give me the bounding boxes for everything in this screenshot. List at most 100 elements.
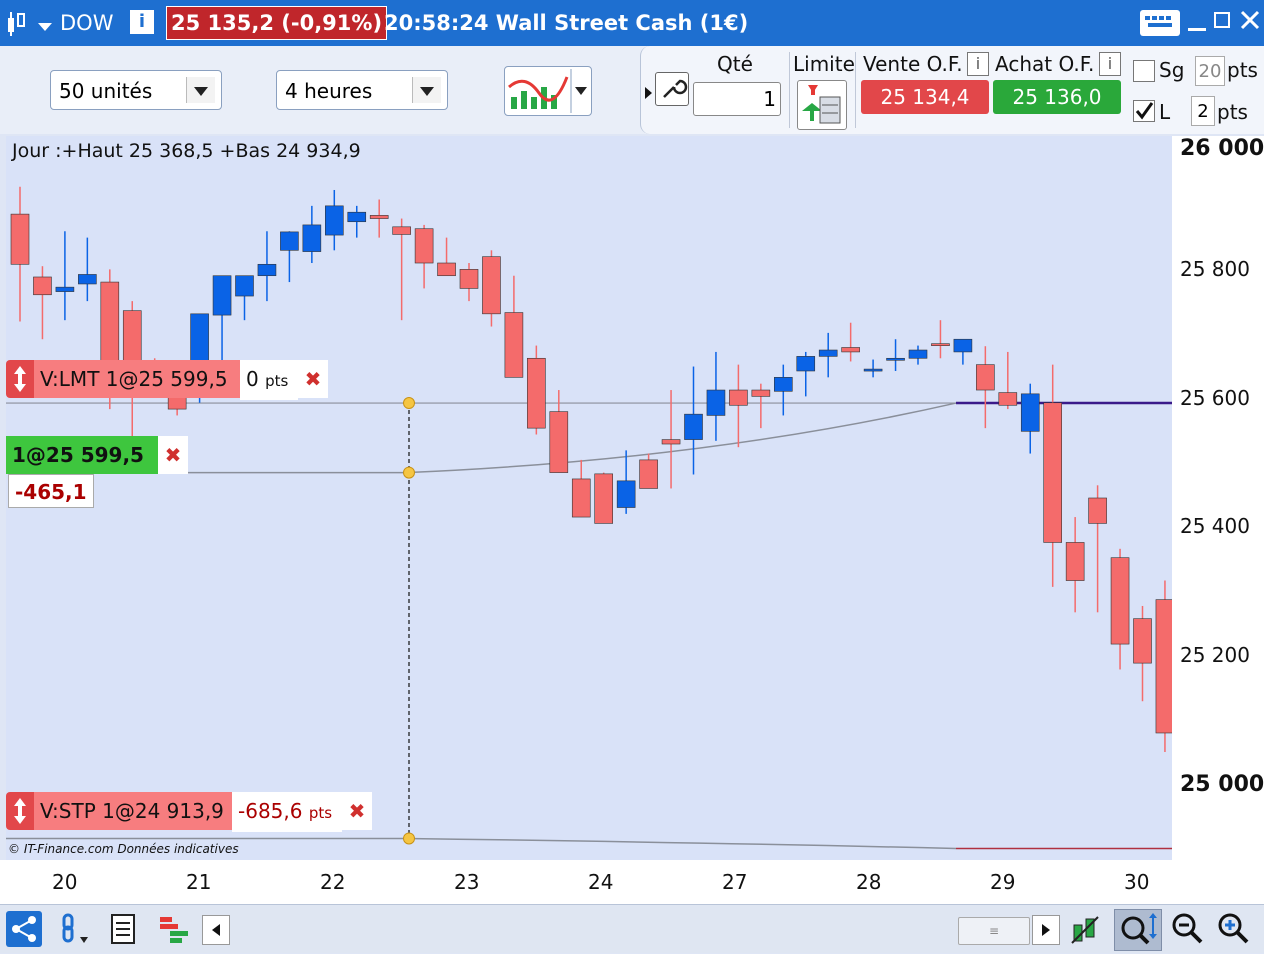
- x-tick-label: 27: [722, 870, 748, 894]
- cancel-limit-order-icon[interactable]: ✖: [298, 360, 328, 398]
- time-axis[interactable]: 20 21 22 23 24 27 28 29 30: [0, 860, 1264, 904]
- candle-body: [459, 269, 479, 289]
- candle-body: [437, 262, 456, 277]
- instrument-name[interactable]: DOW: [60, 9, 113, 37]
- sell-label: Vente O.F.: [863, 52, 963, 76]
- scroll-right-icon[interactable]: [1032, 915, 1060, 945]
- order-panel: Qté Limite Vente O.F. i 25 134,4 Achat O…: [640, 46, 1264, 134]
- limit-order-points: 0 pts: [240, 360, 298, 400]
- drag-handle-icon[interactable]: [6, 360, 34, 398]
- candle-body: [616, 480, 636, 508]
- candle-body: [1020, 393, 1040, 432]
- info-icon[interactable]: i: [130, 10, 154, 34]
- anchor-point: [403, 397, 415, 410]
- candlestick-plot[interactable]: [6, 136, 1172, 860]
- drag-handle-icon[interactable]: [6, 792, 34, 830]
- wrench-icon[interactable]: [655, 72, 689, 106]
- qty-input[interactable]: [693, 82, 781, 116]
- close-icon[interactable]: [1240, 10, 1260, 34]
- zoom-vertical-icon[interactable]: [1114, 909, 1162, 951]
- close-position-icon[interactable]: ✖: [158, 436, 188, 474]
- candle-body: [235, 275, 254, 297]
- candle-body: [594, 473, 614, 524]
- buy-label: Achat O.F.: [995, 52, 1095, 76]
- link-icon[interactable]: [58, 911, 94, 947]
- candle-body: [10, 213, 30, 265]
- candle-body: [931, 343, 950, 346]
- sell-info-icon[interactable]: i: [967, 52, 989, 76]
- zoom-in-icon[interactable]: [1216, 911, 1252, 947]
- anchor-point: [403, 466, 415, 479]
- y-tick-label: 26 000: [1180, 136, 1264, 161]
- units-select[interactable]: 50 unités: [50, 70, 222, 110]
- candle-body: [751, 389, 771, 397]
- indicators-button[interactable]: [504, 66, 592, 116]
- buy-info-icon[interactable]: i: [1099, 52, 1121, 76]
- price-axis[interactable]: 26 000 25 800 25 600 25 400 25 200 25 00…: [1172, 136, 1264, 860]
- candle-body: [1155, 599, 1172, 734]
- horizontal-scrollbar[interactable]: [230, 919, 1030, 941]
- sg-points-input[interactable]: [1195, 56, 1225, 86]
- candle-body: [414, 228, 434, 264]
- l-label: L: [1159, 100, 1171, 124]
- candle-body: [33, 276, 52, 296]
- candle-body: [100, 281, 120, 372]
- x-tick-label: 29: [990, 870, 1016, 894]
- points-unit: pts: [265, 372, 289, 390]
- x-tick-label: 20: [52, 870, 78, 894]
- x-tick-label: 22: [320, 870, 346, 894]
- price-chart[interactable]: Jour :+Haut 25 368,5 +Bas 24 934,9 © IT-…: [6, 136, 1172, 860]
- scroll-left-icon[interactable]: [202, 915, 230, 945]
- maximize-icon[interactable]: [1214, 12, 1230, 28]
- candle-body: [55, 286, 75, 292]
- dropdown-arrow-icon[interactable]: [38, 18, 54, 37]
- x-tick-label: 24: [588, 870, 614, 894]
- candle-body: [729, 389, 748, 406]
- minimize-icon[interactable]: [1188, 28, 1206, 31]
- l-checkbox[interactable]: [1133, 100, 1155, 122]
- candle-body: [482, 256, 501, 315]
- l-pts-label: pts: [1217, 100, 1248, 124]
- candle-body: [773, 377, 793, 392]
- cancel-stop-order-icon[interactable]: ✖: [342, 792, 372, 830]
- period-select[interactable]: 4 heures: [276, 70, 448, 110]
- checkmark-icon: [1135, 102, 1154, 120]
- y-tick-label: 25 400: [1180, 514, 1250, 538]
- y-tick-label: 25 200: [1180, 643, 1250, 667]
- x-tick-label: 23: [454, 870, 480, 894]
- sell-button[interactable]: 25 134,4: [861, 80, 989, 114]
- chevron-down-icon[interactable]: [412, 77, 441, 103]
- zoom-out-icon[interactable]: [1170, 911, 1206, 947]
- collapse-arrow-icon[interactable]: [645, 84, 653, 103]
- candle-body: [953, 338, 973, 353]
- candle-body: [549, 411, 569, 473]
- y-tick-label: 25 000: [1180, 772, 1264, 797]
- order-book-icon[interactable]: [156, 911, 192, 947]
- sg-label: Sg: [1159, 58, 1185, 82]
- candle-body: [257, 263, 277, 277]
- x-tick-label: 21: [186, 870, 212, 894]
- chart-tools-icon[interactable]: [1068, 911, 1104, 947]
- day-high-low-info: Jour :+Haut 25 368,5 +Bas 24 934,9: [12, 140, 361, 162]
- candle-body: [280, 231, 299, 251]
- candlestick-icon[interactable]: [4, 10, 26, 36]
- units-select-value: 50 unités: [59, 79, 153, 103]
- l-points-input[interactable]: [1191, 96, 1215, 126]
- limit-order-icon[interactable]: [797, 80, 847, 130]
- scrollbar-thumb[interactable]: ≡: [958, 917, 1030, 945]
- buy-button[interactable]: 25 136,0: [993, 80, 1121, 114]
- share-icon[interactable]: [6, 911, 42, 947]
- y-tick-label: 25 600: [1180, 386, 1250, 410]
- chevron-down-icon[interactable]: [186, 77, 215, 103]
- keyboard-icon[interactable]: [1140, 10, 1180, 36]
- bottom-toolbar: ≡: [0, 904, 1264, 953]
- sg-checkbox[interactable]: [1133, 60, 1155, 82]
- notes-icon[interactable]: [108, 911, 140, 947]
- candle-body: [302, 224, 322, 252]
- candle-body: [639, 459, 658, 489]
- sg-pts-label: pts: [1227, 58, 1258, 82]
- x-tick-label: 30: [1124, 870, 1150, 894]
- candle-body: [1043, 402, 1062, 543]
- candle-body: [863, 368, 883, 372]
- candle-body: [527, 357, 546, 429]
